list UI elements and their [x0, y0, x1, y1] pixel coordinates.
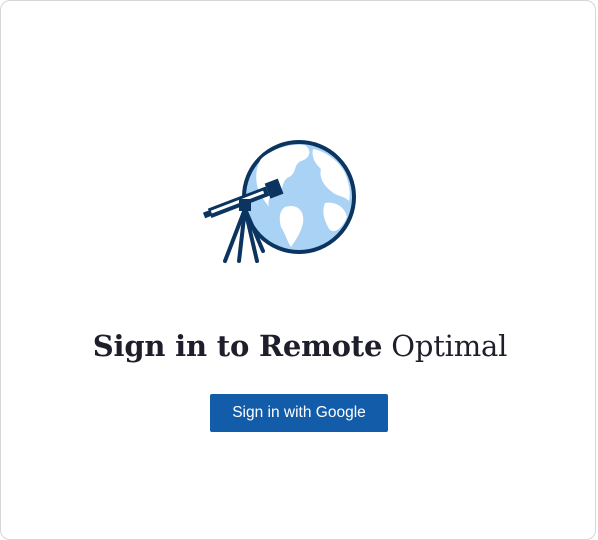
telescope-globe-icon: [202, 140, 356, 263]
page-title: Sign in to Remote Optimal: [1, 329, 598, 363]
google-sign-in-button[interactable]: Sign in with Google: [210, 394, 388, 432]
title-light-text: Optimal: [391, 329, 508, 363]
title-bold-text: Sign in to Remote: [92, 329, 383, 363]
login-card: Sign in to Remote Optimal Sign in with G…: [0, 0, 596, 540]
